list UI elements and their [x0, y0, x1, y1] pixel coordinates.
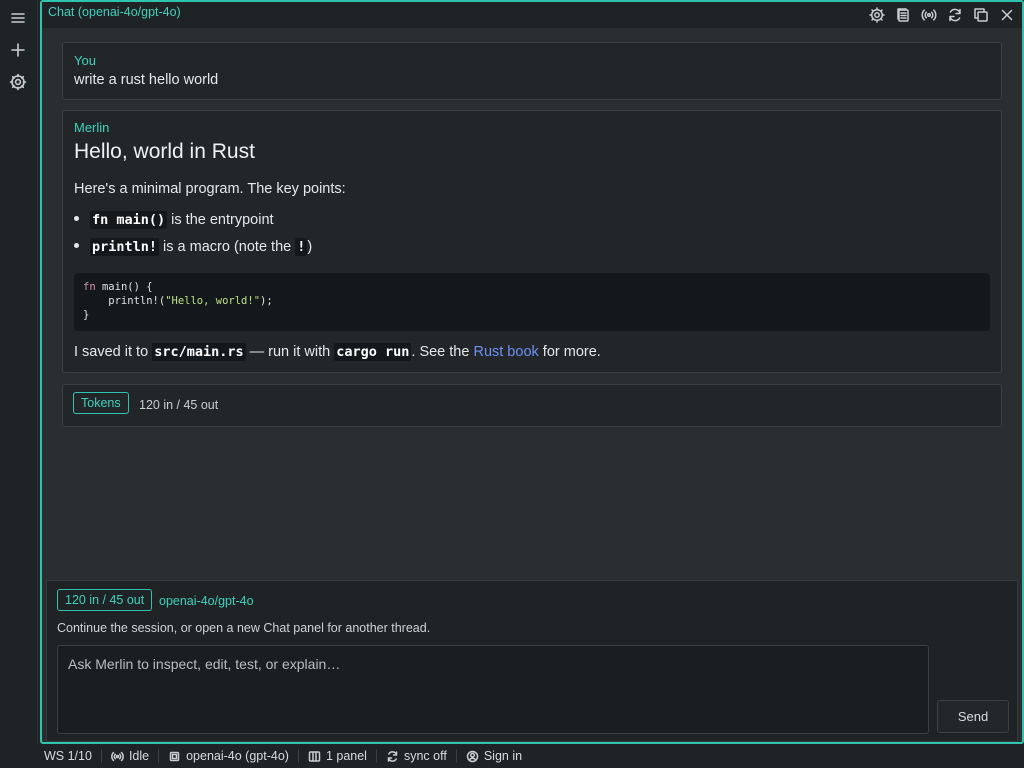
user-icon	[466, 750, 479, 762]
agent-state[interactable]: Idle	[102, 749, 160, 763]
chat-panel: Chat (openai-4o/gpt-4o) You write a rust…	[40, 0, 1024, 744]
list-item: fn main() is the entrypoint	[74, 211, 274, 229]
broadcast-icon	[111, 751, 124, 761]
prompt-input[interactable]	[57, 645, 929, 734]
plus-icon[interactable]	[8, 40, 28, 60]
copy-icon[interactable]	[971, 6, 990, 24]
message-author: Merlin	[74, 120, 110, 135]
panel-count[interactable]: 1 panel	[299, 749, 377, 763]
sync-status[interactable]: sync off	[377, 749, 457, 763]
close-icon[interactable]	[997, 6, 1016, 24]
sign-in-button[interactable]: Sign in	[457, 749, 531, 763]
model-indicator[interactable]: openai-4o (gpt-4o)	[159, 749, 299, 763]
panel-title: Chat (openai-4o/gpt-4o)	[48, 5, 181, 19]
user-message: You write a rust hello world	[62, 42, 1002, 100]
broadcast-icon[interactable]	[919, 6, 938, 24]
settings-icon[interactable]	[867, 6, 886, 24]
inline-code: fn main()	[90, 211, 168, 229]
list-item: println! is a macro (note the !)	[74, 238, 312, 256]
inline-code: println!	[90, 238, 160, 256]
model-label[interactable]: openai-4o/gpt-4o	[159, 594, 254, 608]
composer: 120 in / 45 out openai-4o/gpt-4o Continu…	[46, 580, 1018, 742]
assistant-message: Merlin Hello, world in Rust Here's a min…	[62, 110, 1002, 373]
response-heading: Hello, world in Rust	[74, 140, 255, 163]
activity-rail	[0, 0, 38, 744]
menu-icon[interactable]	[8, 8, 28, 28]
inline-code: cargo run	[334, 343, 412, 361]
message-text: write a rust hello world	[74, 72, 219, 88]
columns-icon	[308, 750, 321, 762]
tokens-badge[interactable]: Tokens	[73, 392, 129, 414]
clipboard-icon[interactable]	[893, 6, 912, 24]
rust-book-link[interactable]: Rust book	[473, 344, 538, 360]
refresh-icon[interactable]	[945, 6, 964, 24]
status-bar: WS 1/10 Idle openai-4o (gpt-4o) 1 panel …	[0, 744, 1024, 768]
send-button[interactable]: Send	[937, 700, 1009, 733]
gear-icon[interactable]	[8, 72, 28, 92]
sync-icon	[387, 750, 398, 762]
tokens-card: Tokens 120 in / 45 out	[62, 384, 1002, 427]
tokens-value: 120 in / 45 out	[139, 398, 219, 412]
chip-icon	[169, 751, 180, 761]
inline-code: !	[295, 238, 308, 256]
token-count-badge[interactable]: 120 in / 45 out	[57, 589, 153, 611]
inline-code: src/main.rs	[152, 343, 246, 361]
workspace-indicator[interactable]: WS 1/10	[44, 749, 102, 763]
code-block[interactable]: fn main() { println!("Hello, world!"); }	[74, 273, 990, 331]
panel-titlebar: Chat (openai-4o/gpt-4o)	[42, 2, 1022, 28]
composer-hint: Continue the session, or open a new Chat…	[57, 621, 431, 635]
response-intro: Here's a minimal program. The key points…	[74, 181, 346, 197]
response-outro: I saved it to src/main.rs — run it with …	[74, 343, 601, 361]
message-author: You	[74, 53, 96, 68]
